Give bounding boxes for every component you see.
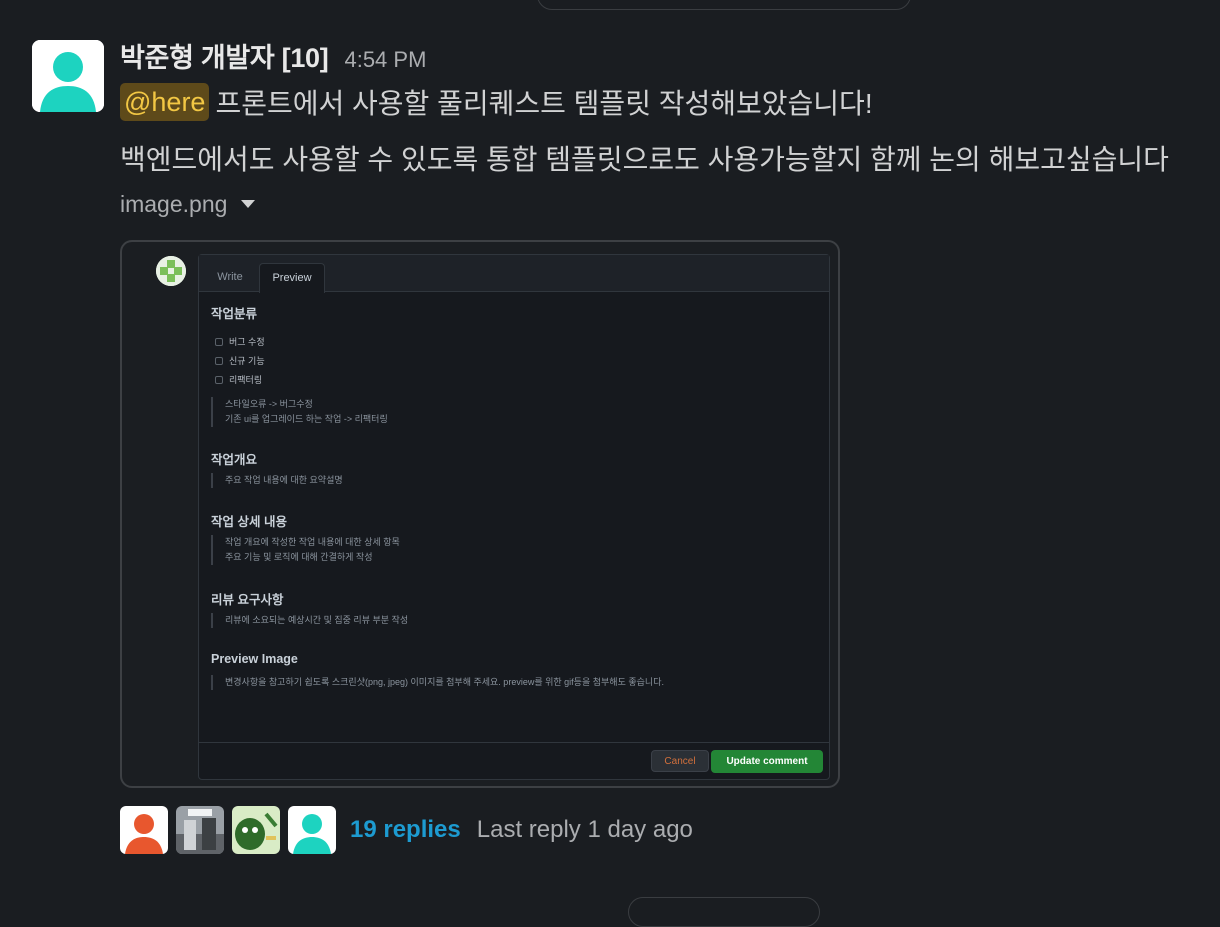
tab-preview[interactable]: Preview bbox=[259, 263, 325, 293]
heading-details: 작업 상세 내용 bbox=[211, 515, 287, 529]
message-line-1: @here 프론트에서 사용할 풀리퀘스트 템플릿 작성해보았습니다! bbox=[120, 82, 1210, 122]
pr-comment-editor: Write Preview 작업분류 버그 수정 신규 기능 리팩터링 스타일오… bbox=[198, 254, 830, 780]
author-avatar[interactable] bbox=[32, 40, 104, 112]
reply-avatar-3[interactable] bbox=[232, 806, 280, 854]
checkbox-label: 버그 수정 bbox=[229, 337, 265, 347]
thread-summary[interactable]: 19 replies Last reply 1 day ago bbox=[120, 806, 693, 854]
message-header: 박준형 개발자 [10] 4:54 PM bbox=[120, 36, 1210, 76]
here-mention[interactable]: @here bbox=[120, 83, 210, 121]
quote-line: 변경사항을 참고하기 쉽도록 스크린샷(png, jpeg) 이미지를 첨부해 … bbox=[225, 677, 664, 687]
cancel-button[interactable]: Cancel bbox=[651, 750, 709, 772]
heading-preview-image: Preview Image bbox=[211, 652, 298, 666]
date-divider-top[interactable] bbox=[537, 0, 911, 10]
blockquote-review: 리뷰에 소요되는 예상시간 및 집중 리뷰 부분 작성 bbox=[211, 613, 408, 628]
github-avatar-icon bbox=[156, 256, 186, 286]
quote-line: 리뷰에 소요되는 예상시간 및 집중 리뷰 부분 작성 bbox=[225, 615, 409, 625]
checkbox-icon[interactable] bbox=[215, 337, 223, 346]
last-reply-text: Last reply 1 day ago bbox=[476, 816, 693, 843]
quote-line: 주요 기능 및 로직에 대해 간결하게 작성 bbox=[225, 552, 373, 562]
blockquote-work-type: 스타일오류 -> 버그수정 기존 ui를 업그레이드 하는 작업 -> 리팩터링 bbox=[211, 397, 388, 427]
person-icon bbox=[288, 806, 336, 854]
blockquote-details: 작업 개요에 작성한 작업 내용에 대한 상세 항목 주요 기능 및 로직에 대… bbox=[211, 535, 400, 565]
message-text-1: 프론트에서 사용할 풀리퀘스트 템플릿 작성해보았습니다! bbox=[215, 88, 873, 119]
image-attachment[interactable]: Write Preview 작업분류 버그 수정 신규 기능 리팩터링 스타일오… bbox=[120, 240, 840, 788]
update-comment-button[interactable]: Update comment bbox=[711, 750, 823, 773]
quote-line: 기존 ui를 업그레이드 하는 작업 -> 리팩터링 bbox=[225, 414, 388, 424]
person-icon bbox=[32, 40, 104, 112]
file-name[interactable]: image.png bbox=[120, 191, 227, 218]
checkbox-new-feature[interactable]: 신규 기능 bbox=[215, 354, 265, 367]
checkbox-icon[interactable] bbox=[215, 375, 223, 384]
quote-line: 작업 개요에 작성한 작업 내용에 대한 상세 항목 bbox=[225, 537, 400, 547]
reply-avatar-4[interactable] bbox=[288, 806, 336, 854]
replies-link[interactable]: 19 replies bbox=[350, 816, 461, 844]
file-header[interactable]: image.png bbox=[120, 189, 1210, 219]
blockquote-summary: 주요 작업 내용에 대한 요약설명 bbox=[211, 473, 343, 488]
message-text-2: 백엔드에서도 사용할 수 있도록 통합 템플릿으로도 사용가능할지 함께 논의 … bbox=[120, 144, 1169, 175]
author-name[interactable]: 박준형 개발자 [10] bbox=[120, 36, 329, 75]
message-timestamp[interactable]: 4:54 PM bbox=[344, 47, 426, 73]
editor-footer: Cancel Update comment bbox=[199, 742, 829, 779]
checkbox-label: 신규 기능 bbox=[229, 356, 265, 366]
date-divider-bottom[interactable] bbox=[628, 897, 820, 927]
checkbox-icon[interactable] bbox=[215, 356, 223, 365]
reply-avatar-1[interactable] bbox=[120, 806, 168, 854]
reply-avatar-2[interactable] bbox=[176, 806, 224, 854]
blockquote-preview-image: 변경사항을 참고하기 쉽도록 스크린샷(png, jpeg) 이미지를 첨부해 … bbox=[211, 675, 664, 690]
message: 박준형 개발자 [10] 4:54 PM @here 프론트에서 사용할 풀리퀘… bbox=[120, 36, 1210, 219]
quote-line: 주요 작업 내용에 대한 요약설명 bbox=[225, 475, 343, 485]
person-icon bbox=[120, 806, 168, 854]
checkbox-bug-fix[interactable]: 버그 수정 bbox=[215, 335, 265, 348]
cartoon-avatar-icon bbox=[232, 806, 280, 854]
heading-work-type: 작업분류 bbox=[211, 307, 258, 321]
checkbox-label: 리팩터링 bbox=[229, 375, 263, 385]
caret-down-icon[interactable] bbox=[241, 200, 256, 208]
photo-avatar-icon bbox=[176, 806, 224, 854]
heading-review: 리뷰 요구사항 bbox=[211, 593, 284, 607]
tab-write[interactable]: Write bbox=[207, 263, 253, 291]
editor-tabs: Write Preview bbox=[199, 255, 829, 293]
heading-summary: 작업개요 bbox=[211, 453, 258, 467]
checkbox-refactoring[interactable]: 리팩터링 bbox=[215, 373, 262, 386]
quote-line: 스타일오류 -> 버그수정 bbox=[225, 399, 313, 409]
